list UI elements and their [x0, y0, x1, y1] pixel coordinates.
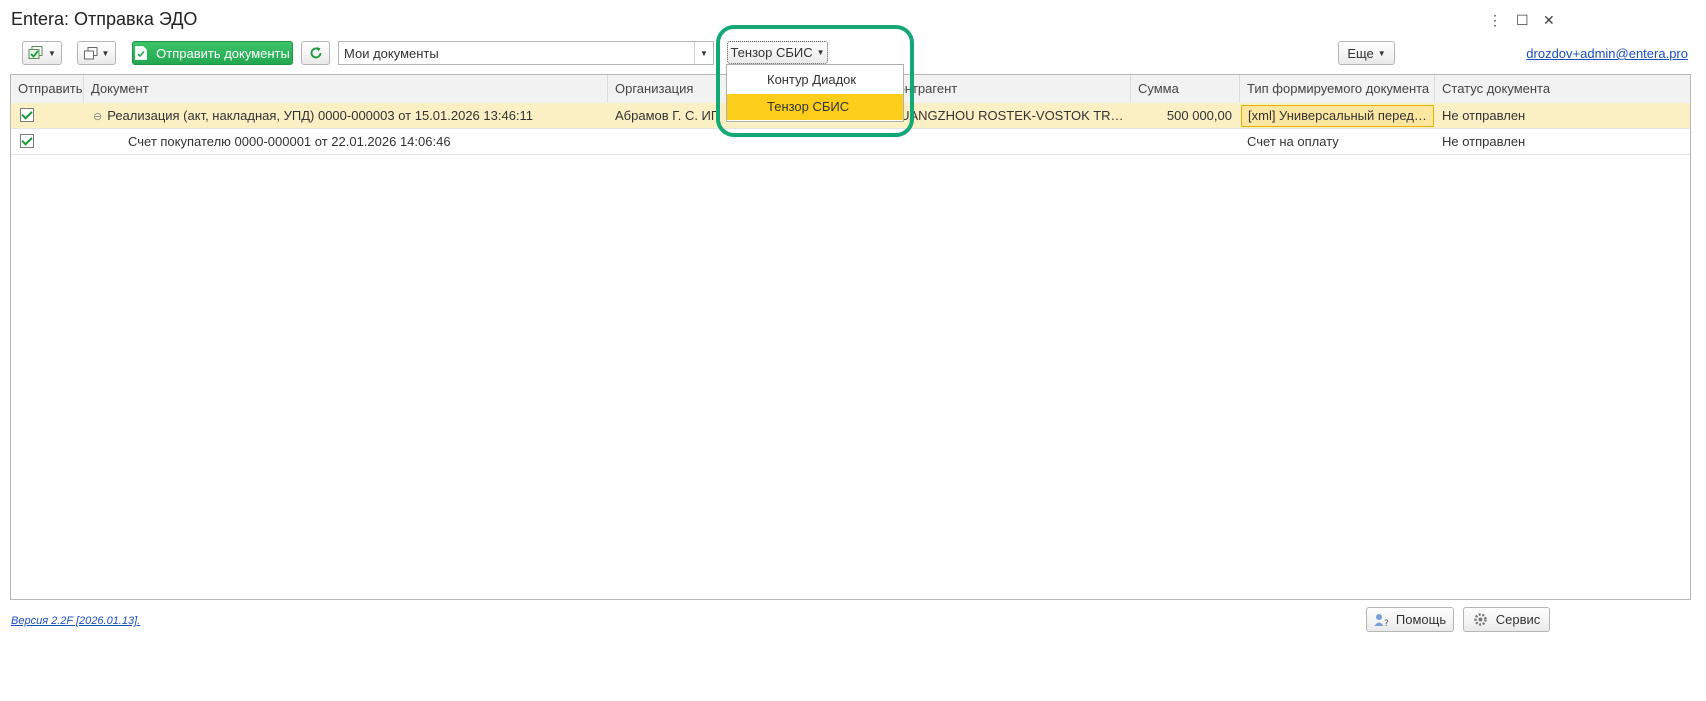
doc-type-cell[interactable]: [xml] Универсальный передат... — [1241, 105, 1434, 127]
organization-cell — [608, 129, 883, 155]
more-label: Еще — [1347, 45, 1374, 61]
doc-type-cell: Счет на оплату — [1247, 134, 1339, 149]
user-help-icon: ? — [1374, 613, 1389, 627]
service-label: Сервис — [1495, 612, 1541, 627]
service-button[interactable]: Сервис — [1463, 607, 1550, 632]
chevron-down-icon: ▼ — [48, 48, 56, 58]
status-cell: Не отправлен — [1442, 134, 1526, 149]
provider-dropdown-label: Тензор СБИС — [730, 45, 813, 60]
amount-cell: 500 000,00 — [1166, 108, 1232, 123]
document-send-icon — [135, 46, 148, 60]
table-row[interactable]: Счет покупателю 0000-000001 от 22.01.202… — [11, 129, 1690, 155]
copy-icon — [83, 46, 98, 59]
document-name: Реализация (акт, накладная, УПД) 0000-00… — [107, 108, 534, 123]
document-cell: Счет покупателю 0000-000001 от 22.01.202… — [128, 134, 451, 149]
checklist-icon — [28, 46, 43, 59]
document-cell: ⊖ Реализация (акт, накладная, УПД) 0000-0… — [84, 103, 608, 129]
documents-filter-select[interactable]: Мои документы ▼ — [338, 41, 714, 65]
menu-item-tensor-sbis[interactable]: Тензор СБИС — [727, 94, 903, 120]
provider-dropdown-button[interactable]: Тензор СБИС ▼ — [727, 41, 828, 64]
send-cell — [11, 103, 84, 129]
amount-cell — [1131, 129, 1240, 155]
collapse-icon[interactable]: ⊖ — [93, 111, 102, 123]
more-button[interactable]: Еще ▼ — [1338, 41, 1395, 65]
chevron-down-icon: ▼ — [1377, 48, 1386, 58]
provider-dropdown-menu: Контур Диадок Тензор СБИС — [726, 64, 904, 122]
help-button[interactable]: ? Помощь — [1366, 607, 1454, 632]
chevron-down-icon[interactable]: ▼ — [694, 42, 713, 64]
refresh-button[interactable] — [301, 41, 330, 65]
contractor-cell: GUANGZHOU ROSTEK-VOSTOK TRADE ... — [890, 108, 1131, 123]
contractor-cell — [883, 129, 1131, 155]
maximize-icon[interactable]: ☐ — [1516, 12, 1529, 29]
refresh-icon — [310, 47, 321, 59]
column-header-send[interactable]: Отправить — [11, 75, 84, 103]
more-options-icon[interactable]: ⋮ — [1488, 12, 1502, 29]
window-title: Entera: Отправка ЭДО — [11, 9, 198, 29]
send-documents-label: Отправить документы — [156, 45, 290, 61]
gear-icon — [1473, 613, 1487, 626]
chevron-down-icon: ▼ — [816, 48, 825, 57]
version-link[interactable]: Версия 2.2F [2026.01.13]. — [11, 615, 140, 627]
help-label: Помощь — [1395, 612, 1447, 627]
column-header-contractor[interactable]: Контрагент — [883, 75, 1131, 103]
status-cell: Не отправлен — [1442, 108, 1526, 123]
documents-filter-value: Мои документы — [344, 45, 439, 61]
column-header-amount[interactable]: Сумма — [1131, 75, 1240, 103]
send-checkbox[interactable] — [20, 134, 34, 148]
close-icon[interactable]: ✕ — [1543, 12, 1555, 29]
send-documents-button[interactable]: Отправить документы — [132, 41, 293, 65]
svg-text:?: ? — [1384, 619, 1389, 627]
user-account-link[interactable]: drozdov+admin@entera.pro — [1526, 46, 1688, 61]
send-cell — [11, 129, 84, 155]
menu-item-kontur-diadoc[interactable]: Контур Диадок — [727, 67, 903, 93]
column-header-document[interactable]: Документ — [84, 75, 608, 103]
documents-table: Отправить Документ Организация Контраген… — [10, 74, 1691, 600]
chevron-down-icon: ▼ — [101, 48, 110, 58]
column-header-doc-type[interactable]: Тип формируемого документа — [1240, 75, 1435, 103]
copy-button[interactable]: ▼ — [77, 41, 116, 65]
send-checkbox[interactable] — [20, 108, 34, 122]
column-header-status[interactable]: Статус документа — [1435, 75, 1690, 103]
check-all-button[interactable]: ▼ — [22, 41, 62, 65]
